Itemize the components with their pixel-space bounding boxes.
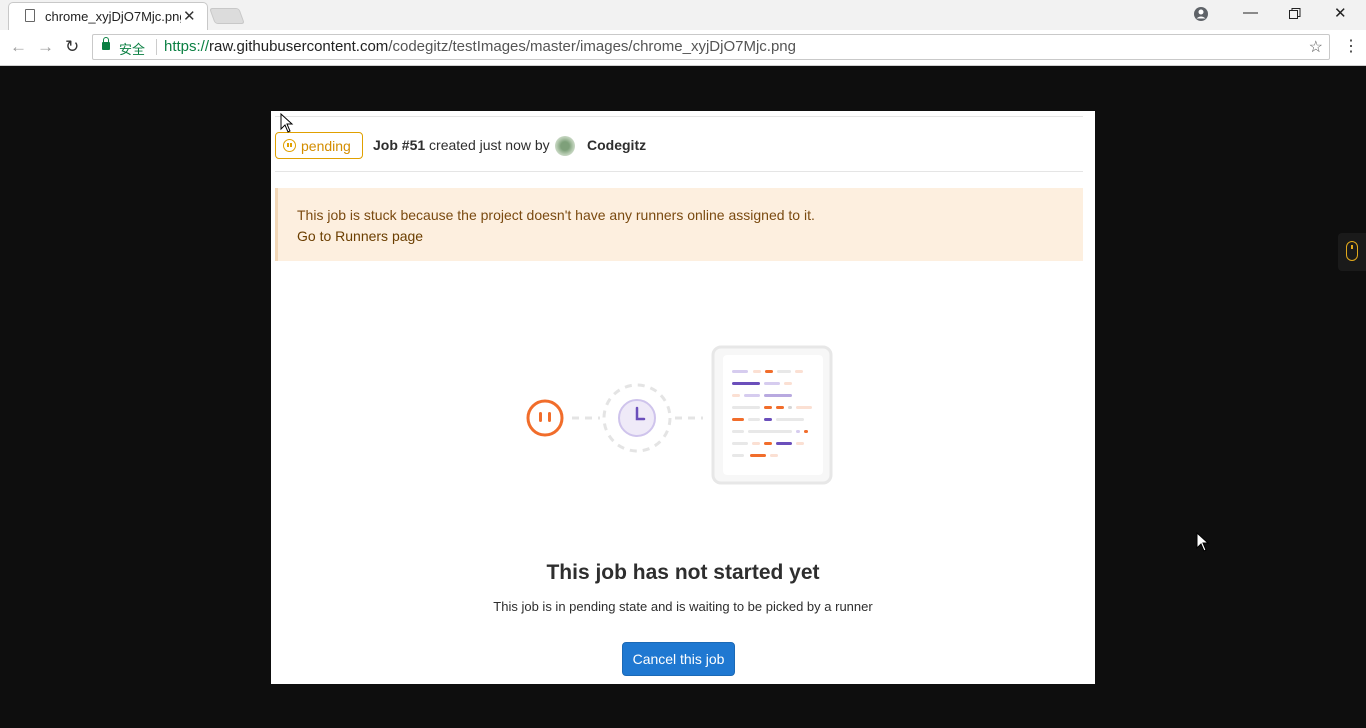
job-created-text: created just now by	[429, 137, 550, 153]
url-text[interactable]: https://raw.githubusercontent.com/codegi…	[164, 38, 796, 55]
divider	[156, 39, 157, 55]
tab-title: chrome_xyjDjO7Mjc.png	[45, 9, 181, 24]
divider	[275, 116, 1083, 117]
alert-message: This job is stuck because the project do…	[297, 207, 815, 223]
pause-icon	[526, 399, 564, 437]
reload-icon[interactable]: ↻	[65, 37, 79, 57]
close-window-icon[interactable]: ✕	[1334, 4, 1347, 22]
document-icon	[25, 9, 35, 22]
clock-icon	[602, 383, 672, 453]
job-number: Job #51	[373, 137, 426, 153]
star-icon[interactable]: ☆	[1309, 37, 1323, 57]
menu-icon[interactable]: ⋮	[1343, 36, 1359, 56]
cancel-job-button[interactable]: Cancel this job	[622, 642, 735, 676]
log-document-icon	[711, 345, 833, 485]
cursor-icon	[1196, 532, 1210, 552]
cursor-icon	[280, 113, 294, 133]
empty-state-title: This job has not started yet	[546, 561, 820, 584]
mouse-icon	[1346, 241, 1358, 261]
job-header: pending Job #51 created just now by Code…	[275, 131, 1083, 159]
url-path: /codegitz/testImages/master/images/chrom…	[388, 38, 796, 55]
empty-state-description: This job is in pending state and is wait…	[493, 599, 873, 614]
status-badge[interactable]: pending	[275, 132, 363, 159]
side-extension-handle[interactable]	[1338, 233, 1366, 271]
account-icon[interactable]	[1193, 6, 1209, 22]
divider	[275, 171, 1083, 172]
forward-icon[interactable]: →	[37, 37, 54, 57]
back-icon[interactable]: ←	[10, 37, 27, 57]
lock-icon	[102, 37, 110, 50]
browser-toolbar: ← → ↻ 安全 https://raw.githubusercontent.c…	[0, 30, 1366, 66]
avatar[interactable]	[555, 136, 575, 156]
restore-icon[interactable]	[1289, 8, 1301, 20]
url-scheme: https://	[164, 38, 210, 55]
pending-illustration	[526, 345, 833, 485]
job-title: Job #51 created just now by	[373, 137, 550, 153]
address-bar[interactable]: 安全 https://raw.githubusercontent.com/cod…	[92, 34, 1330, 60]
author-link[interactable]: Codegitz	[587, 137, 646, 153]
job-page: pending Job #51 created just now by Code…	[271, 111, 1095, 684]
pause-icon	[283, 139, 296, 152]
status-label: pending	[301, 138, 351, 154]
minimize-icon[interactable]: —	[1243, 4, 1258, 21]
stuck-alert: This job is stuck because the project do…	[275, 188, 1083, 261]
url-host: raw.githubusercontent.com	[209, 38, 389, 55]
new-tab-button[interactable]	[209, 8, 245, 24]
browser-tab[interactable]: chrome_xyjDjO7Mjc.png ✕	[8, 2, 208, 30]
close-icon[interactable]: ✕	[183, 7, 196, 25]
runners-page-link[interactable]: Go to Runners page	[297, 228, 423, 244]
security-label: 安全	[119, 42, 146, 57]
tab-strip: chrome_xyjDjO7Mjc.png ✕ — ✕	[0, 0, 1366, 30]
